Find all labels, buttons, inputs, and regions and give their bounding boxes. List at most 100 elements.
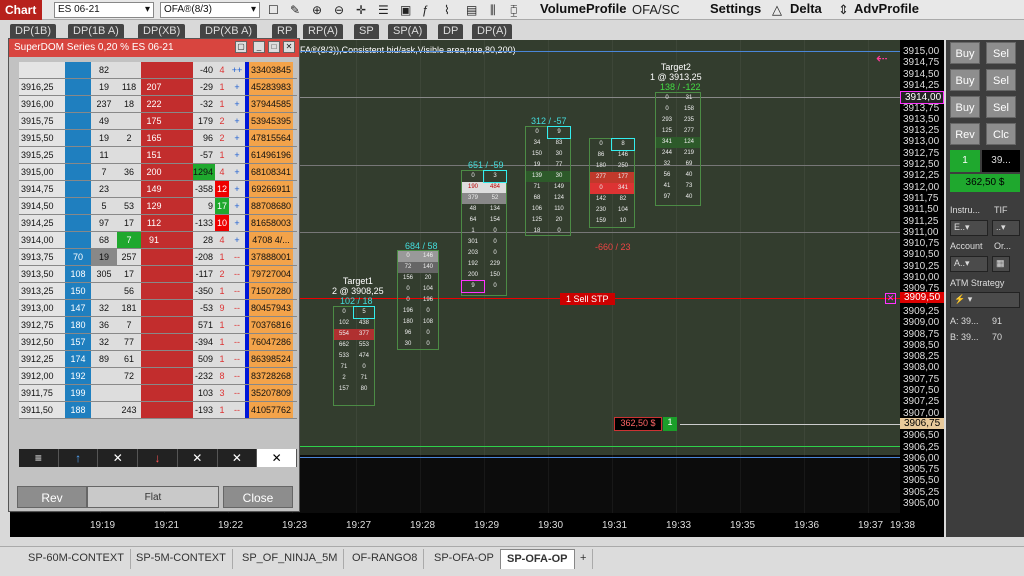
rev-button[interactable]: Rev (17, 486, 87, 508)
bid-cell[interactable] (65, 164, 91, 180)
settings-button[interactable]: Settings (710, 1, 761, 16)
sliders-icon[interactable]: ⧮ (510, 2, 518, 18)
bid-cell[interactable] (65, 96, 91, 112)
chart-tab-dpxb[interactable]: DP(XB) (138, 24, 186, 39)
buy-limit-button[interactable]: Buy (950, 69, 980, 91)
bid-cell[interactable] (65, 62, 91, 78)
bid-cell[interactable]: 147 (65, 300, 91, 316)
chart-tab-rpa[interactable]: RP(A) (303, 24, 343, 39)
sell-stop-order-label[interactable]: 1 Sell STP (560, 293, 615, 305)
atm-strategy-select[interactable]: ⚡ ▾ (950, 292, 1020, 308)
menu-icon[interactable]: ≡ (19, 449, 59, 467)
cancel-bids-icon[interactable]: ✕ (98, 449, 139, 467)
ladder-row[interactable]: 3912,25 174 89 61 509 1 -- 86398524 (19, 351, 297, 368)
ladder-row[interactable]: 3915,25 11 151 -57 1 +61496196 (19, 147, 297, 164)
window-icon[interactable]: ▢ (235, 41, 247, 53)
ask-cell[interactable]: 151 (141, 147, 167, 163)
maximize-icon[interactable]: □ (268, 41, 280, 53)
ladder-row[interactable]: 3911,75 199 103 3 -- 35207809 (19, 385, 297, 402)
close-icon[interactable]: ✕ (283, 41, 295, 53)
close-all-icon[interactable]: ✕ (257, 449, 298, 467)
properties-icon[interactable]: ☰ (378, 2, 389, 18)
ask-cell[interactable] (141, 300, 167, 316)
ask-cell[interactable] (141, 266, 167, 282)
price-axis[interactable]: 3915,003914,753914,503914,253914,003913,… (900, 40, 944, 513)
dataseries-selector[interactable]: OFA®(8/3) ▾ (160, 2, 260, 18)
zoom-in-icon[interactable]: ⊕ (312, 2, 322, 18)
calculator-icon[interactable]: ▦ (992, 256, 1010, 272)
ladder-row[interactable]: 3913,75 70 19 257 -208 1 -- 37888001 (19, 249, 297, 266)
tab-sp-ofa-op-active[interactable]: SP-OFA-OP (500, 549, 575, 569)
bid-cell[interactable]: 108 (65, 266, 91, 282)
chart-tab-spa[interactable]: SP(A) (388, 24, 428, 39)
ladder-row[interactable]: 3913,25 150 56 -350 1 -- 71507280 (19, 283, 297, 300)
ask-cell[interactable] (141, 317, 167, 333)
ask-cell[interactable] (141, 385, 167, 401)
ladder-row[interactable]: 3912,50 157 32 77 -394 1 -- 76047286 (19, 334, 297, 351)
instrument-selector[interactable]: ES 06-21 ▾ (54, 2, 154, 18)
chart-menu-button[interactable]: Chart (0, 0, 42, 20)
superdom-ladder[interactable]: 82 -40 4 ++ 33403845 3916,25 19 118 207 -29 1 +4528… (19, 62, 297, 419)
crosshair-icon[interactable]: ✛ (356, 2, 366, 18)
ladder-row[interactable]: 3913,00 147 32 181 -53 9 -- 80457943 (19, 300, 297, 317)
bid-cell[interactable]: 70 (65, 249, 91, 265)
cancel-all-icon[interactable]: ✕ (218, 449, 258, 467)
tif-select[interactable]: ..▾ (992, 220, 1020, 236)
bid-cell[interactable] (65, 79, 91, 95)
ask-cell[interactable] (141, 368, 167, 384)
ask-cell[interactable]: 91 (141, 232, 167, 248)
bid-cell[interactable] (65, 130, 91, 146)
chart-tab-dp[interactable]: DP (438, 24, 464, 39)
advprofile-button[interactable]: AdvProfile (854, 1, 919, 16)
tab-sp-ofa-op[interactable]: SP-OFA-OP (428, 549, 501, 569)
bid-cell[interactable]: 180 (65, 317, 91, 333)
sell-limit-button[interactable]: Sel (986, 69, 1016, 91)
sell-stop-button[interactable]: Sel (986, 96, 1016, 118)
ladder-row[interactable]: 3915,00 7 36 200 1294 4 +68108341 (19, 164, 297, 181)
cursor-icon[interactable]: ☐ (268, 2, 279, 18)
ask-cell[interactable] (141, 334, 167, 350)
ask-cell[interactable]: 129 (141, 198, 167, 214)
volumeprofile-button[interactable]: VolumeProfile (540, 1, 626, 16)
account-select[interactable]: A..▾ (950, 256, 988, 272)
ladder-row[interactable]: 3915,50 19 2 165 96 2 +47815564 (19, 130, 297, 147)
ladder-row[interactable]: 3914,75 23 149 -358 12 +69266911 (19, 181, 297, 198)
chart-tab-dp1ba[interactable]: DP(1B A) (68, 24, 124, 39)
tab-of-rango8[interactable]: OF-RANGO8 (346, 549, 425, 569)
ladder-row[interactable]: 3915,75 49 175 179 2 +53945395 (19, 113, 297, 130)
ladder-row[interactable]: 3913,50 108 305 17 -117 2 -- 79727004 (19, 266, 297, 283)
chart-tab-rp[interactable]: RP (272, 24, 298, 39)
instrument-select[interactable]: E..▾ (950, 220, 988, 236)
ladder-row[interactable]: 3912,75 180 36 7 571 1 -- 70376816 (19, 317, 297, 334)
tab-sp-of-ninja-5m[interactable]: SP_OF_NINJA_5M (236, 549, 345, 569)
ladder-row[interactable]: 3914,50 5 53 129 9 17 +88708680 (19, 198, 297, 215)
bid-cell[interactable]: 150 (65, 283, 91, 299)
bid-cell[interactable] (65, 215, 91, 231)
cancel-asks-icon[interactable]: ✕ (178, 449, 218, 467)
arrow-up-icon[interactable]: ↑ (59, 449, 99, 467)
time-axis[interactable]: 19:19 19:21 19:22 19:23 19:27 19:28 19:29 19:30… (10, 513, 944, 537)
ladder-row[interactable]: 3916,25 19 118 207 -29 1 +45283983 (19, 79, 297, 96)
ladder-row[interactable]: 3911,50 188 243 -193 1 -- 41057762 (19, 402, 297, 419)
buy-market-button[interactable]: Buy (950, 42, 980, 64)
bid-cell[interactable]: 192 (65, 368, 91, 384)
data-box-icon[interactable]: ▣ (400, 2, 411, 18)
close-button[interactable]: Clc (986, 123, 1016, 145)
chart-tab-dp1b[interactable]: DP(1B) (10, 24, 57, 39)
bid-cell[interactable] (65, 181, 91, 197)
ask-cell[interactable] (141, 351, 167, 367)
bars-icon[interactable]: ⫼ (490, 2, 496, 18)
ask-cell[interactable]: 112 (141, 215, 167, 231)
close-button[interactable]: Close (223, 486, 293, 508)
arrow-down-icon[interactable]: ↓ (138, 449, 178, 467)
chart-tab-dpa[interactable]: DP(A) (472, 24, 512, 39)
buy-stop-button[interactable]: Buy (950, 96, 980, 118)
bid-cell[interactable] (65, 232, 91, 248)
pencil-icon[interactable]: ✎ (290, 2, 300, 18)
ofa-sc-button[interactable]: OFA/SC (632, 2, 680, 18)
ask-cell[interactable]: 222 (141, 96, 167, 112)
ladder-row[interactable]: 3914,00 68 7 91 28 4 +4708 4/... (19, 232, 297, 249)
ask-cell[interactable]: 175 (141, 113, 167, 129)
ask-cell[interactable]: 200 (141, 164, 167, 180)
strategies-icon[interactable]: ⌇ (444, 2, 450, 18)
